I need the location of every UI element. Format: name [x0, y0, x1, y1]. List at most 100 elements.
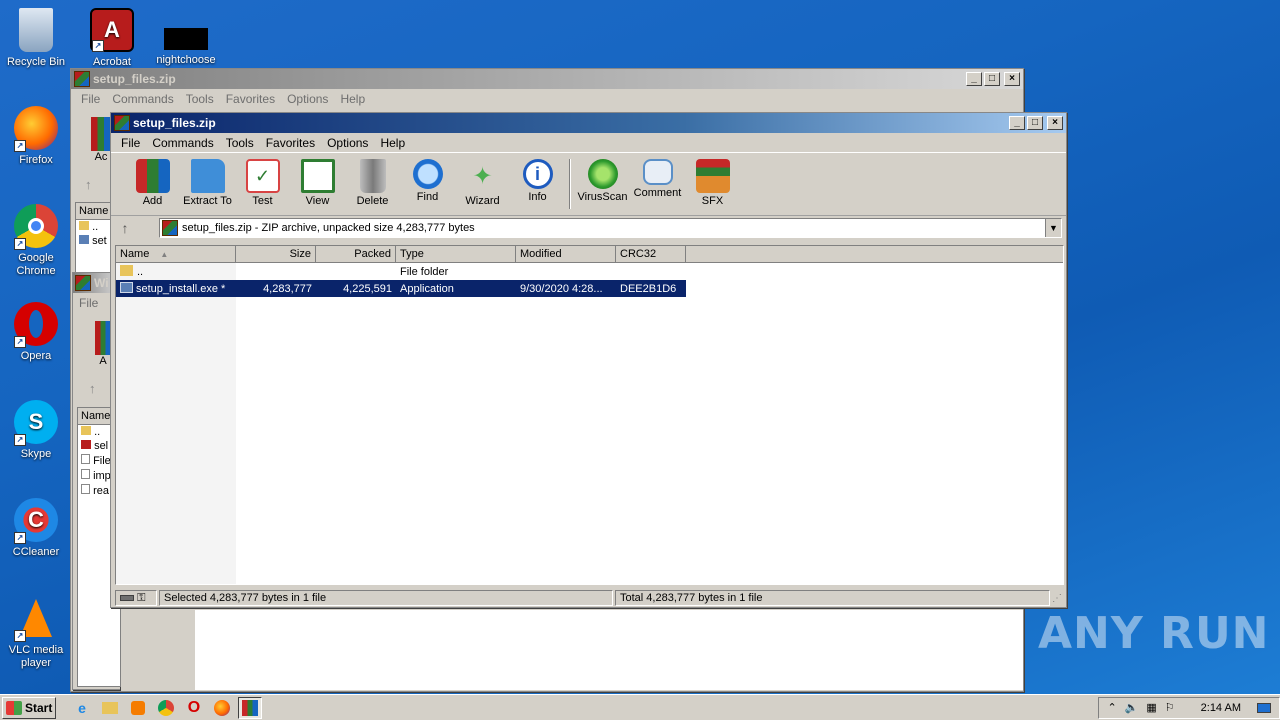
- windows-flag-icon: [6, 700, 22, 715]
- volume-icon[interactable]: 🔈: [1125, 701, 1139, 714]
- menu-options[interactable]: Options: [281, 92, 334, 106]
- winrar-icon: [114, 115, 130, 131]
- chrome-icon: ↗: [14, 204, 58, 250]
- column-type[interactable]: Type: [396, 246, 516, 263]
- winrar-icon: [81, 440, 91, 449]
- menu-file[interactable]: File: [115, 136, 146, 150]
- toolbar-sfx-button[interactable]: SFX: [685, 157, 740, 207]
- desktop-icon-vlc[interactable]: ↗ VLC media player: [0, 596, 72, 670]
- list-item[interactable]: ..: [76, 220, 114, 234]
- ie-icon[interactable]: e: [70, 697, 94, 719]
- desktop-icon-label: Google Chrome: [16, 252, 56, 277]
- desktop-icon-nightchoose[interactable]: nightchoose: [150, 8, 222, 67]
- minimize-button[interactable]: _: [966, 72, 982, 86]
- back-add-tool[interactable]: Ac: [91, 117, 111, 163]
- toolbar-label: View: [305, 195, 330, 207]
- third-up-button[interactable]: ↑: [89, 381, 96, 396]
- maximize-button[interactable]: □: [1027, 116, 1043, 130]
- table-row-selected[interactable]: setup_install.exe * 4,283,777 4,225,591 …: [116, 280, 686, 297]
- tray-expand-icon[interactable]: ⌃: [1107, 701, 1116, 714]
- third-window-title: Wi: [94, 276, 109, 290]
- address-row: ↑ setup_files.zip - ZIP archive, unpacke…: [111, 216, 1066, 240]
- toolbar-wizard-button[interactable]: ✦ Wizard: [455, 157, 510, 208]
- folder-icon: [120, 265, 133, 276]
- up-folder-button[interactable]: ↑: [115, 220, 135, 236]
- back-window-body: [195, 610, 1023, 690]
- menu-file[interactable]: File: [75, 92, 106, 106]
- list-item-name: set: [92, 235, 107, 247]
- back-window-titlebar[interactable]: setup_files.zip _ □ ×: [71, 69, 1023, 89]
- menu-tools[interactable]: Tools: [220, 136, 260, 150]
- list-item[interactable]: set: [76, 234, 114, 248]
- toolbar-comment-button[interactable]: Comment: [630, 157, 685, 199]
- table-row[interactable]: .. File folder: [116, 263, 1063, 280]
- media-player-icon[interactable]: [126, 697, 150, 719]
- desktop-icon-chrome[interactable]: ↗ Google Chrome: [0, 204, 72, 278]
- third-add-label: A: [99, 355, 107, 367]
- desktop-icon-recycle-bin[interactable]: Recycle Bin: [0, 8, 72, 69]
- action-center-flag-icon[interactable]: ⚐: [1165, 701, 1175, 714]
- toolbar-extract-button[interactable]: Extract To: [180, 157, 235, 207]
- third-add-tool[interactable]: A: [95, 321, 111, 367]
- main-window-title: setup_files.zip: [133, 116, 216, 130]
- show-desktop-icon[interactable]: [1257, 702, 1271, 713]
- address-bar[interactable]: setup_files.zip - ZIP archive, unpacked …: [159, 218, 1062, 238]
- shortcut-arrow-icon: ↗: [14, 630, 26, 642]
- back-up-button[interactable]: ↑: [85, 177, 92, 192]
- firefox-taskbar-icon[interactable]: [210, 697, 234, 719]
- resize-grip-icon[interactable]: ⋰: [1052, 593, 1064, 604]
- column-size[interactable]: Size: [236, 246, 316, 263]
- toolbar-info-button[interactable]: i Info: [510, 157, 565, 203]
- column-packed[interactable]: Packed: [316, 246, 396, 263]
- winrar-icon: [162, 220, 178, 236]
- toolbar-add-button[interactable]: Add: [125, 157, 180, 207]
- network-icon[interactable]: ▦: [1146, 701, 1156, 714]
- exe-icon: [79, 235, 89, 244]
- file-listview[interactable]: Name ▲ Size Packed Type Modified CRC32 .…: [115, 245, 1064, 585]
- start-button[interactable]: Start: [2, 696, 56, 719]
- main-window-titlebar[interactable]: setup_files.zip _ □ ×: [111, 113, 1066, 133]
- toolbar-label: VirusScan: [577, 191, 628, 203]
- desktop-icon-ccleaner[interactable]: C ↗ CCleaner: [0, 498, 72, 559]
- menu-favorites[interactable]: Favorites: [220, 92, 281, 106]
- add-archive-icon: [95, 321, 111, 355]
- file-icon: [164, 28, 208, 50]
- menu-options[interactable]: Options: [321, 136, 374, 150]
- address-dropdown-button[interactable]: ▼: [1045, 219, 1061, 237]
- menu-tools[interactable]: Tools: [180, 92, 220, 106]
- toolbar-delete-button[interactable]: Delete: [345, 157, 400, 207]
- info-icon: i: [522, 159, 553, 189]
- close-button[interactable]: ×: [1047, 116, 1063, 130]
- menu-help[interactable]: Help: [374, 136, 411, 150]
- menu-commands[interactable]: Commands: [146, 136, 219, 150]
- toolbar-find-button[interactable]: Find: [400, 157, 455, 203]
- maximize-button[interactable]: □: [984, 72, 1000, 86]
- cell-name: setup_install.exe *: [116, 282, 236, 295]
- winrar-taskbar-icon[interactable]: [238, 696, 262, 719]
- chrome-taskbar-icon[interactable]: [154, 697, 178, 719]
- toolbar-test-button[interactable]: ✓ Test: [235, 157, 290, 207]
- menu-help[interactable]: Help: [334, 92, 371, 106]
- column-modified[interactable]: Modified: [516, 246, 616, 263]
- menu-favorites[interactable]: Favorites: [260, 136, 321, 150]
- minimize-button[interactable]: _: [1009, 116, 1025, 130]
- desktop-icon-firefox[interactable]: ↗ Firefox: [0, 106, 72, 167]
- column-name[interactable]: Name ▲: [116, 246, 236, 263]
- main-menubar: File Commands Tools Favorites Options He…: [111, 133, 1066, 152]
- explorer-folder-icon[interactable]: [98, 697, 122, 719]
- desktop-icon-opera[interactable]: ↗ Opera: [0, 302, 72, 363]
- desktop-icon-acrobat[interactable]: A ↗ Acrobat: [76, 8, 148, 69]
- test-checklist-icon: ✓: [245, 159, 280, 193]
- toolbar-virusscan-button[interactable]: VirusScan: [575, 157, 630, 203]
- menu-commands[interactable]: Commands: [106, 92, 179, 106]
- clock[interactable]: 2:14 AM: [1201, 702, 1241, 714]
- toolbar-view-button[interactable]: View: [290, 157, 345, 207]
- column-crc32[interactable]: CRC32: [616, 246, 686, 263]
- acrobat-icon: A ↗: [90, 8, 134, 52]
- main-window[interactable]: setup_files.zip _ □ × File Commands Tool…: [110, 112, 1067, 608]
- desktop-icon-skype[interactable]: S ↗ Skype: [0, 400, 72, 461]
- opera-taskbar-icon[interactable]: O: [182, 697, 206, 719]
- cell-crc32: DEE2B1D6: [620, 282, 677, 295]
- close-button[interactable]: ×: [1004, 72, 1020, 86]
- back-column-name[interactable]: Name: [76, 203, 114, 220]
